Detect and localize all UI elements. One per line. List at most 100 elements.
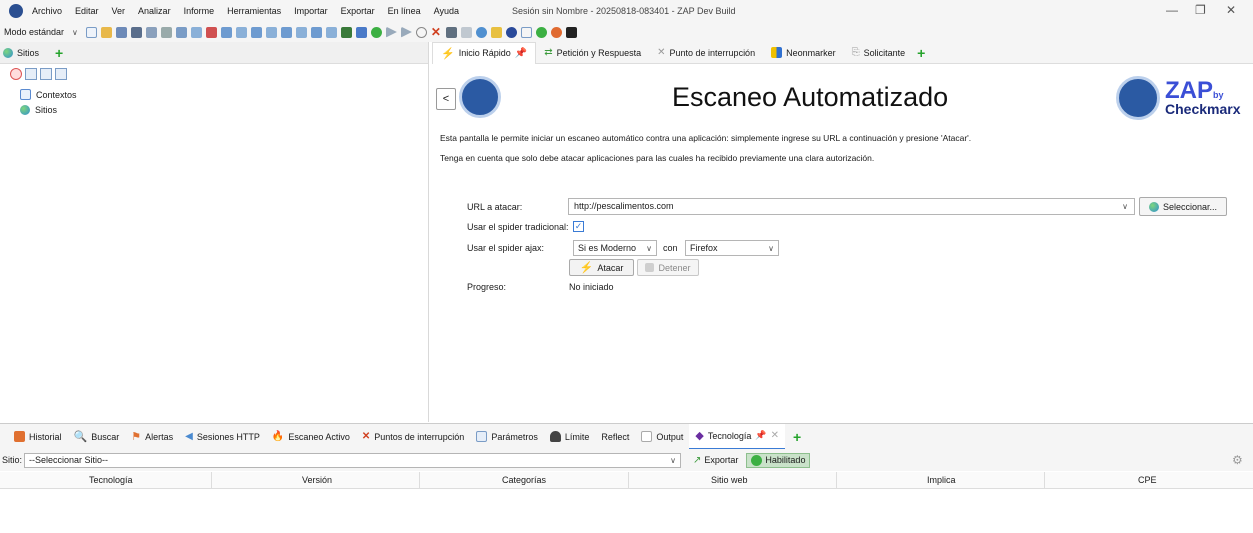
menu-analizar[interactable]: Analizar xyxy=(138,6,171,16)
column-header[interactable]: Versión xyxy=(302,475,332,485)
back-button[interactable]: < xyxy=(436,88,456,110)
layout-6-icon[interactable] xyxy=(250,26,262,38)
layout-1-icon[interactable] xyxy=(175,26,187,38)
export-context-icon[interactable] xyxy=(55,68,67,80)
add-tab-icon[interactable]: + xyxy=(793,430,801,444)
tab-puntos-interrupcion[interactable]: ✕ Puntos de interrupción xyxy=(356,424,470,450)
url-input[interactable]: http://pescalimentos.com xyxy=(568,198,1135,215)
scan-policy-icon[interactable] xyxy=(355,26,367,38)
scissors-icon[interactable]: ✕ xyxy=(431,26,442,38)
tree-item-sitios[interactable]: Sitios xyxy=(20,102,428,117)
restore-icon[interactable]: ❐ xyxy=(1195,3,1206,17)
tab-peticion-respuesta[interactable]: ⇄ Petición y Respuesta xyxy=(536,42,649,64)
layout-2-icon[interactable] xyxy=(190,26,202,38)
spider-checkbox[interactable]: ✓ xyxy=(573,221,584,232)
menu-importar[interactable]: Importar xyxy=(294,6,328,16)
pin-icon[interactable]: 📌 xyxy=(515,48,527,59)
layout-10-icon[interactable] xyxy=(310,26,322,38)
tab-inicio-rapido[interactable]: ⚡ Inicio Rápido 📌 xyxy=(432,41,537,64)
step-icon[interactable] xyxy=(400,26,412,38)
column-header[interactable]: Implica xyxy=(927,475,956,485)
terminal-icon[interactable] xyxy=(565,26,577,38)
menu-herramientas[interactable]: Herramientas xyxy=(227,6,281,16)
tab-tecnologia[interactable]: ◆ Tecnología 📌 ✕ xyxy=(689,423,786,450)
options-icon[interactable] xyxy=(160,26,172,38)
layout-5-icon[interactable] xyxy=(235,26,247,38)
zap-hud-icon[interactable] xyxy=(505,26,517,38)
column-divider xyxy=(1044,472,1045,489)
save-session-icon[interactable] xyxy=(115,26,127,38)
site-select[interactable]: --Seleccionar Sitio-- ∨ xyxy=(24,452,682,468)
mode-select[interactable]: Modo estándar ∨ xyxy=(2,25,80,40)
new-context-icon[interactable] xyxy=(25,68,37,80)
export-button[interactable]: ↗ Exportar xyxy=(693,455,738,466)
tab-solicitante[interactable]: ⎘ Solicitante xyxy=(844,42,914,64)
bolt-icon: ⚡ xyxy=(441,47,455,60)
tab-neonmarker[interactable]: Neonmarker xyxy=(763,42,844,64)
pin-icon[interactable]: 📌 xyxy=(755,430,766,441)
layout-4-icon[interactable] xyxy=(220,26,232,38)
play-icon[interactable] xyxy=(385,26,397,38)
ajax-browser-select[interactable]: Firefox ∨ xyxy=(685,240,779,256)
layout-11-icon[interactable] xyxy=(325,26,337,38)
tab-historial[interactable]: Historial xyxy=(8,424,68,450)
page-icon[interactable] xyxy=(520,26,532,38)
menu-archivo[interactable]: Archivo xyxy=(32,6,62,16)
attack-button[interactable]: ⚡ Atacar xyxy=(569,259,634,276)
column-header[interactable]: Categorías xyxy=(502,475,546,485)
tab-parametros[interactable]: Parámetros xyxy=(470,424,544,450)
column-header[interactable]: Sitio web xyxy=(711,475,748,485)
menu-informe[interactable]: Informe xyxy=(184,6,215,16)
ajax-mode-select[interactable]: Si es Moderno ∨ xyxy=(573,240,657,256)
enabled-toggle[interactable]: Habilitado xyxy=(746,452,811,468)
hud-icon[interactable] xyxy=(460,26,472,38)
tab-output[interactable]: Output xyxy=(635,424,689,450)
add-tab-icon[interactable]: + xyxy=(55,46,63,60)
snapshot-icon[interactable] xyxy=(130,26,142,38)
menu-ver[interactable]: Ver xyxy=(112,6,126,16)
tab-escaneo-activo[interactable]: 🔥 Escaneo Activo xyxy=(266,424,356,450)
tab-alertas[interactable]: ⚑ Alertas xyxy=(125,424,179,450)
select-button[interactable]: Seleccionar... xyxy=(1139,197,1227,216)
green-dot-icon[interactable] xyxy=(370,26,382,38)
layout-7-icon[interactable] xyxy=(265,26,277,38)
add-tab-icon[interactable]: + xyxy=(917,46,925,60)
tab-punto-interrupcion[interactable]: ✕ Punto de interrupción xyxy=(649,42,763,64)
gear-icon[interactable]: ⚙ xyxy=(1232,453,1243,467)
bulb-icon[interactable] xyxy=(490,26,502,38)
tab-buscar[interactable]: 🔍 Buscar xyxy=(68,424,126,450)
tree-item-contextos[interactable]: Contextos xyxy=(20,87,428,102)
menu-ayuda[interactable]: Ayuda xyxy=(434,6,459,16)
column-header[interactable]: Tecnología xyxy=(89,475,133,485)
menu-exportar[interactable]: Exportar xyxy=(341,6,375,16)
console-icon[interactable] xyxy=(445,26,457,38)
menu-en-linea[interactable]: En línea xyxy=(388,6,421,16)
tab-reflect[interactable]: Reflect xyxy=(595,424,635,450)
import-context-icon[interactable] xyxy=(40,68,52,80)
new-session-icon[interactable] xyxy=(85,26,97,38)
sessions-icon: ◀ xyxy=(185,431,193,442)
properties-icon[interactable] xyxy=(145,26,157,38)
layout-3-icon[interactable] xyxy=(205,26,217,38)
menu-editar[interactable]: Editar xyxy=(75,6,99,16)
drop-icon[interactable] xyxy=(415,26,427,38)
tab-sesiones-http[interactable]: ◀ Sesiones HTTP xyxy=(179,424,266,450)
chevron-down-icon[interactable]: ∨ xyxy=(1116,199,1134,214)
tab-limite[interactable]: Límite xyxy=(544,424,596,450)
open-session-icon[interactable] xyxy=(100,26,112,38)
scope-toggle-icon[interactable] xyxy=(10,68,22,80)
stop-button[interactable]: Detener xyxy=(637,259,699,276)
close-icon[interactable]: ✕ xyxy=(1226,3,1236,17)
green-status-icon[interactable] xyxy=(535,26,547,38)
tree-icon[interactable] xyxy=(340,26,352,38)
layout-9-icon[interactable] xyxy=(295,26,307,38)
minimize-icon[interactable]: — xyxy=(1166,3,1178,17)
globe-toolbar-icon[interactable] xyxy=(475,26,487,38)
site-select-value: --Seleccionar Sitio-- xyxy=(29,455,109,465)
firefox-icon[interactable] xyxy=(550,26,562,38)
window-title: Sesión sin Nombre - 20250818-083401 - ZA… xyxy=(512,6,736,16)
tab-sitios[interactable]: Sitios + xyxy=(3,46,63,60)
column-header[interactable]: CPE xyxy=(1138,475,1157,485)
layout-8-icon[interactable] xyxy=(280,26,292,38)
close-tab-icon[interactable]: ✕ xyxy=(771,430,779,441)
